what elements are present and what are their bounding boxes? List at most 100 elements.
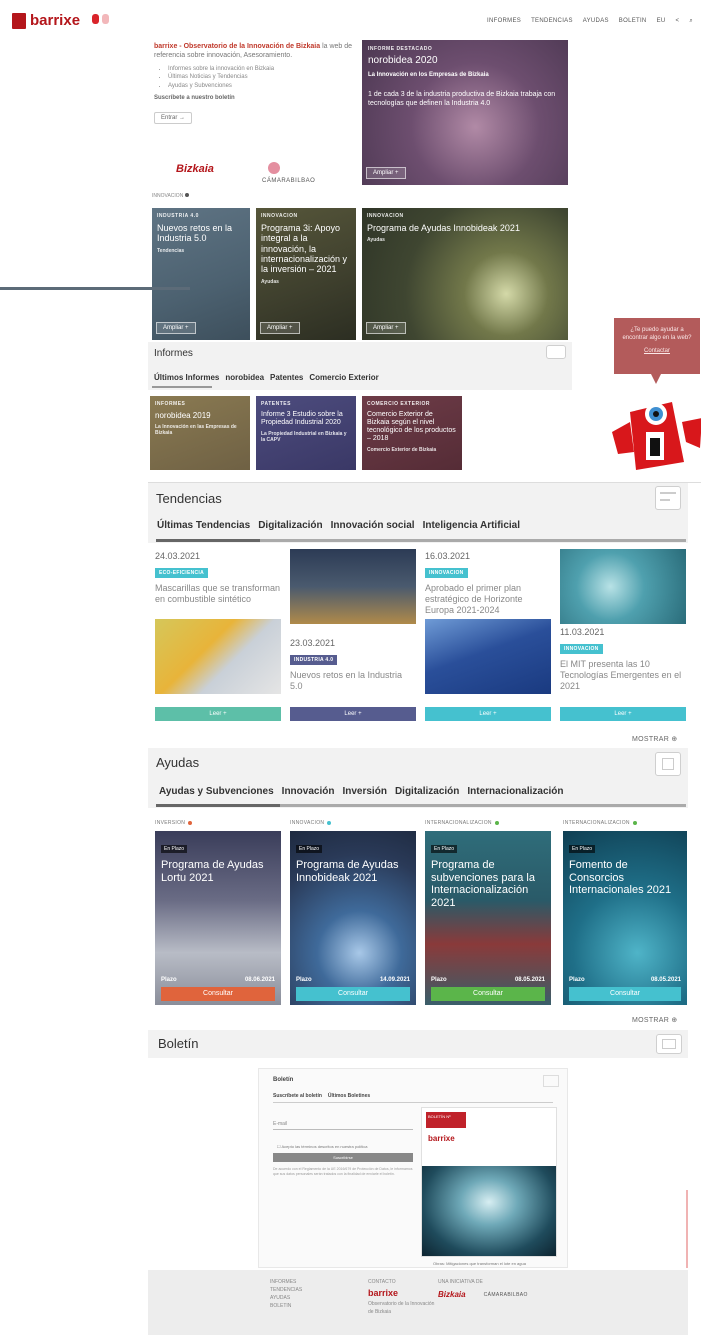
card-ampliar-button[interactable]: Ampliar +	[260, 322, 300, 334]
site-logo[interactable]: barrixe	[12, 12, 80, 29]
mostrar-label: MOSTRAR	[632, 1017, 670, 1024]
feature-ampliar-button[interactable]: Ampliar +	[366, 167, 406, 179]
card-category: INNOVACION	[367, 213, 404, 219]
nav-ayudas[interactable]: AYUDAS	[583, 18, 609, 25]
informe-card[interactable]: COMERCIO EXTERIOR Comercio Exterior de B…	[362, 396, 462, 470]
tab-suscribete[interactable]: Suscríbete al boletín	[273, 1093, 322, 1099]
subscribe-button[interactable]: Entrar →	[154, 112, 193, 125]
grant-plazo: Plazo 14.09.2021	[296, 977, 410, 983]
tab-inversion[interactable]: Inversión	[342, 786, 386, 797]
trend-title: Mascarillas que se transforman en combus…	[155, 583, 281, 604]
footer-logo[interactable]: barrixe	[368, 1288, 438, 1298]
plus-circle-icon: ⊕	[671, 736, 678, 743]
informe-card[interactable]: PATENTES Informe 3 Estudio sobre la Prop…	[256, 396, 356, 470]
help-bubble-link[interactable]: Contactar	[620, 347, 694, 355]
tab-digitalizacion[interactable]: Digitalización	[258, 520, 322, 531]
nav-language[interactable]: EU	[657, 18, 666, 25]
nav-tendencias[interactable]: TENDENCIAS	[531, 18, 573, 25]
trend-item[interactable]: 23.03.2021 INDUSTRIA 4.0 Nuevos retos en…	[290, 638, 416, 692]
email-input[interactable]	[273, 1129, 413, 1130]
tab-ultimos-informes[interactable]: Últimos Informes	[154, 373, 219, 382]
plazo-date: 14.09.2021	[379, 977, 410, 983]
plazo-label: Plazo	[569, 977, 585, 983]
footer-link-tendencias[interactable]: TENDENCIAS	[270, 1286, 302, 1294]
footer-link-ayudas[interactable]: AYUDAS	[270, 1294, 302, 1302]
card-subtitle: Ayudas	[367, 237, 385, 244]
tab-patentes[interactable]: Patentes	[270, 373, 303, 382]
card-ampliar-button[interactable]: Ampliar +	[156, 322, 196, 334]
tab-internacionalizacion[interactable]: Internacionalización	[467, 786, 563, 797]
footer-link-boletin[interactable]: BOLETIN	[270, 1302, 302, 1310]
grant-title: Programa de Ayudas Lortu 2021	[161, 859, 264, 884]
card-industria[interactable]: INDUSTRIA 4.0 Nuevos retos en la Industr…	[152, 208, 250, 340]
card-innobideak[interactable]: INNOVACION Programa de Ayudas Innobideak…	[362, 208, 568, 340]
tab-digitalizacion[interactable]: Digitalización	[395, 786, 459, 797]
trend-item[interactable]: 11.03.2021 INNOVACION El MIT presenta la…	[560, 627, 686, 691]
brand-dots-icon	[92, 14, 109, 24]
grant-consultar-button[interactable]: Consultar	[431, 987, 545, 1001]
card-programa-3i[interactable]: INNOVACION Programa 3i: Apoyo integral a…	[256, 208, 356, 340]
share-icon[interactable]: <	[676, 18, 680, 25]
grant-card[interactable]: En Plazo Fomento de Consorcios Internaci…	[563, 831, 687, 1005]
card-title: Programa de Ayudas Innobideak 2021	[367, 223, 520, 233]
trend-read-button[interactable]: Leer +	[155, 707, 281, 721]
trend-read-button[interactable]: Leer +	[560, 707, 686, 721]
grant-consultar-button[interactable]: Consultar	[296, 987, 410, 1001]
featured-report[interactable]: INFORME DESTACADO norobidea 2020 La Inno…	[362, 40, 568, 185]
scrollbar[interactable]	[686, 1190, 688, 1268]
help-bubble[interactable]: ¿Te puedo ayudar a encontrar algo en la …	[614, 318, 700, 374]
informes-title: Informes	[154, 348, 193, 359]
grant-card[interactable]: En Plazo Programa de Ayudas Lortu 2021 P…	[155, 831, 281, 1005]
tab-inteligencia-artificial[interactable]: Inteligencia Artificial	[423, 520, 520, 531]
tab-innovacion[interactable]: Innovación	[282, 786, 335, 797]
plazo-date: 08.05.2021	[650, 977, 681, 983]
card-ampliar-button[interactable]: Ampliar +	[366, 322, 406, 334]
ayudas-title: Ayudas	[156, 755, 200, 770]
subscribe-label: Suscríbete a nuestro boletín	[154, 95, 235, 102]
trend-read-button[interactable]: Leer +	[290, 707, 416, 721]
grant-card[interactable]: En Plazo Programa de Ayudas Innobideak 2…	[290, 831, 416, 1005]
ayudas-mostrar-button[interactable]: MOSTRAR ⊕	[632, 1016, 678, 1024]
footer: INFORMES TENDENCIAS AYUDAS BOLETIN CONTA…	[148, 1270, 688, 1335]
informe-subtitle: La Propiedad Industrial en Bizkaia y la …	[261, 431, 347, 444]
mascot-icon[interactable]	[612, 392, 701, 470]
grant-consultar-button[interactable]: Consultar	[161, 987, 275, 1001]
informes-tab-indicator	[152, 386, 212, 388]
boletin-tabs: Suscríbete al boletín Últimos Boletines	[273, 1093, 370, 1099]
tendencias-mostrar-button[interactable]: MOSTRAR ⊕	[632, 735, 678, 743]
trend-item[interactable]: 16.03.2021 INNOVACION Aprobado el primer…	[425, 551, 551, 615]
tab-comercio-exterior[interactable]: Comercio Exterior	[309, 373, 378, 382]
logo-mark-icon	[12, 12, 26, 29]
nav-boletin[interactable]: BOLETIN	[619, 18, 647, 25]
grant-status-badge: En Plazo	[569, 845, 596, 853]
ayudas-tab-indicator	[156, 804, 280, 807]
grant-card[interactable]: En Plazo Programa de subvenciones para l…	[425, 831, 551, 1005]
search-icon[interactable]: ⌕	[689, 18, 693, 25]
newsletter-preview: Boletín Suscríbete al boletín Últimos Bo…	[258, 1068, 568, 1268]
tab-norobidea[interactable]: norobidea	[225, 373, 264, 382]
trend-read-button[interactable]: Leer +	[425, 707, 551, 721]
tab-innovacion-social[interactable]: Innovación social	[331, 520, 415, 531]
footer-link-informes[interactable]: INFORMES	[270, 1278, 302, 1286]
informe-category: PATENTES	[261, 401, 291, 407]
decorative-line	[0, 287, 190, 290]
camara-logo: CÁMARABILBAO	[262, 178, 316, 184]
trend-item[interactable]: 24.03.2021 ECO-EFICIENCIA Mascarillas qu…	[155, 551, 281, 605]
card-category: INNOVACION	[261, 213, 298, 219]
grant-consultar-button[interactable]: Consultar	[569, 987, 681, 1001]
tab-ultimas-tendencias[interactable]: Últimas Tendencias	[157, 520, 250, 531]
footer-bizkaia-logo[interactable]: Bizkaia	[438, 1290, 466, 1299]
boletin-title: Boletín	[158, 1036, 199, 1051]
intro-bullets: Informes sobre la innovación en Bizkaia …	[168, 65, 354, 90]
tab-ayudas-subvenciones[interactable]: Ayudas y Subvenciones	[159, 786, 274, 797]
grant-category-label: INTERNACIONALIZACION	[425, 820, 492, 826]
footer-camara-logo[interactable]: CÁMARABILBAO	[484, 1292, 528, 1298]
newsletter-thumbnail[interactable]: BOLETÍN Nº barrixe	[421, 1107, 557, 1257]
subscribe-submit-button[interactable]: Suscribirse	[273, 1153, 413, 1162]
footer-links: INFORMES TENDENCIAS AYUDAS BOLETIN	[270, 1278, 302, 1310]
plazo-date: 08.05.2021	[514, 977, 545, 983]
informe-card[interactable]: INFORMES norobidea 2019 La Innovación en…	[150, 396, 250, 470]
accept-terms-checkbox[interactable]: ☐ Acepto las términos descritos en nuest…	[277, 1144, 368, 1149]
tab-ultimos-boletines[interactable]: Últimos Boletines	[328, 1093, 370, 1099]
nav-informes[interactable]: INFORMES	[487, 18, 521, 25]
